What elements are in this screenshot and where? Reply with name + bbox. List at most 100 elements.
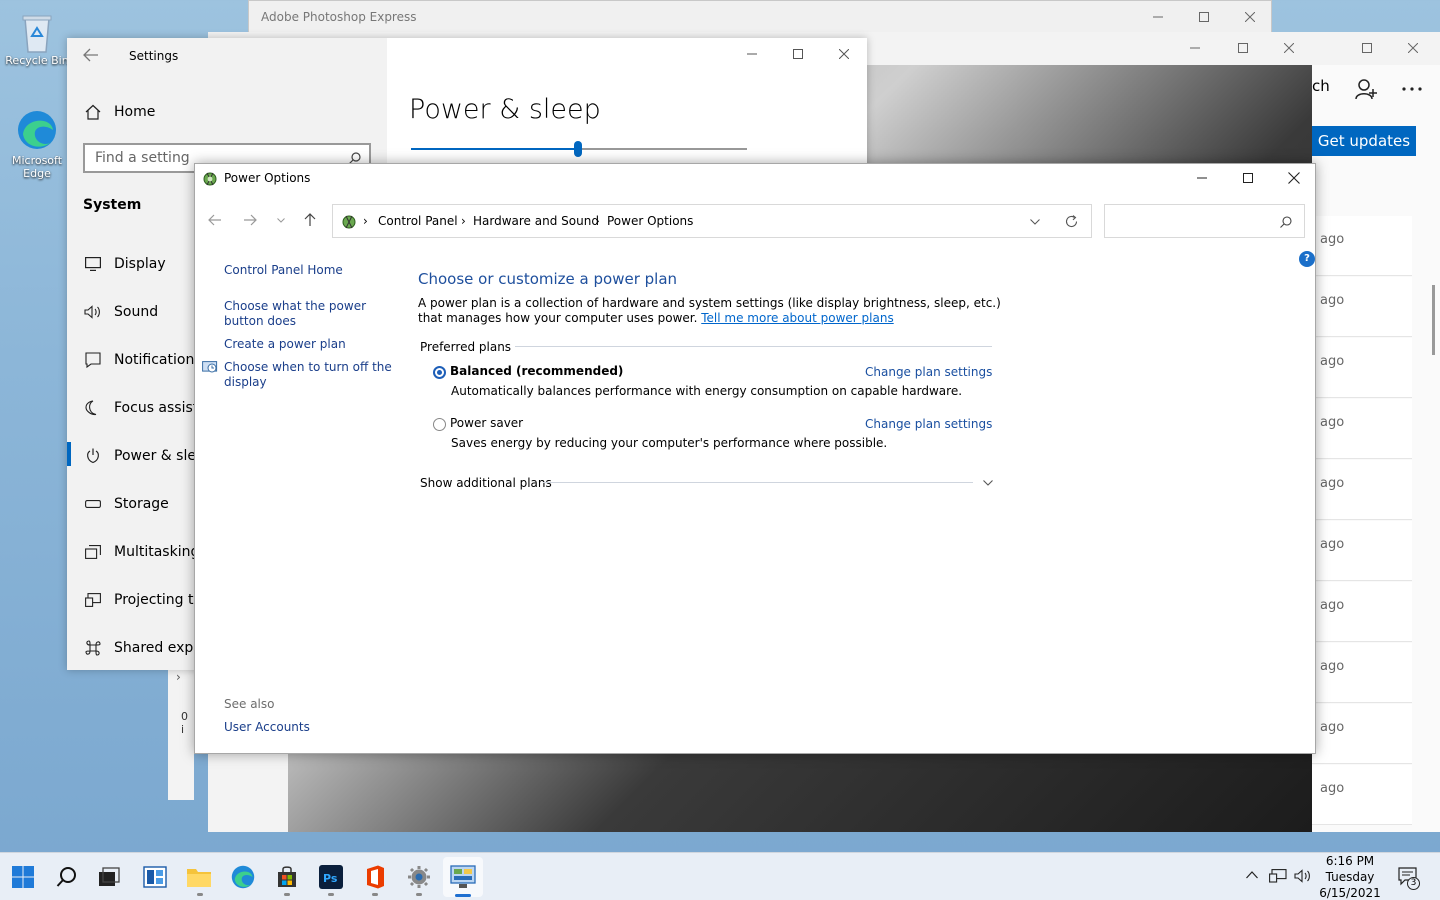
nav-display[interactable]: Display (83, 254, 166, 274)
power-options-window[interactable]: Power Options › Control Panel › Hardware… (194, 163, 1316, 754)
nav-home[interactable]: Home (83, 102, 155, 122)
preferred-plans-label: Preferred plans (420, 340, 512, 354)
nav-item-label: Focus assist (114, 400, 199, 416)
edge-taskbar-button[interactable] (229, 863, 257, 891)
minimize-button[interactable] (1179, 162, 1225, 194)
nav-item-label: Storage (114, 496, 169, 512)
maximize-button[interactable] (775, 38, 821, 70)
change-plan-settings-link[interactable]: Change plan settings (865, 365, 992, 379)
task-view-button[interactable] (95, 863, 123, 891)
maximize-button[interactable] (1344, 32, 1390, 64)
active-indicator (455, 894, 471, 897)
address-dropdown-button[interactable] (1030, 219, 1040, 225)
back-button[interactable] (208, 214, 222, 226)
address-bar[interactable]: › Control Panel › Hardware and Sound › P… (332, 204, 1092, 238)
get-updates-button[interactable]: Get updates (1312, 126, 1416, 156)
desktop-icon-label: Microsoft Edge (11, 154, 63, 180)
control-panel-taskbar-button[interactable] (449, 863, 477, 891)
list-item[interactable]: ago (1312, 643, 1412, 703)
power-saver-plan-radio[interactable] (433, 418, 446, 431)
plan-name[interactable]: Balanced (recommended) (450, 364, 623, 378)
close-button[interactable] (1271, 162, 1317, 194)
user-accounts-link[interactable]: User Accounts (224, 720, 394, 735)
help-icon[interactable]: ? (1299, 251, 1315, 267)
add-person-icon[interactable] (1354, 77, 1378, 101)
photoshop-express-button[interactable]: Ps (317, 863, 345, 891)
file-explorer-button[interactable] (185, 863, 213, 891)
maximize-button[interactable] (1181, 1, 1227, 33)
desktop-icon-recycle-bin[interactable]: Recycle Bin (2, 8, 72, 67)
store-icon (278, 866, 296, 887)
display-off-link[interactable]: Choose when to turn off the display (224, 360, 394, 390)
list-item[interactable]: ago (1312, 582, 1412, 642)
scrollbar[interactable] (1432, 285, 1435, 355)
nav-item-label: Projecting to (114, 592, 203, 608)
widgets-button[interactable] (141, 863, 169, 891)
plan-name[interactable]: Power saver (450, 416, 523, 430)
power-options-icon (202, 170, 218, 186)
windows-logo-icon (12, 866, 34, 888)
breadcrumb-control-panel[interactable]: Control Panel (378, 214, 458, 228)
nav-sound[interactable]: Sound (83, 302, 158, 322)
nav-notifications[interactable]: Notifications (83, 350, 202, 370)
chevron-right-icon[interactable]: › (176, 670, 181, 684)
expand-additional-plans-button[interactable] (983, 480, 993, 486)
list-item[interactable]: ago (1312, 765, 1412, 825)
search-button[interactable] (53, 863, 81, 891)
breadcrumb-power-options[interactable]: Power Options (607, 214, 693, 228)
control-panel-home-link[interactable]: Control Panel Home (224, 263, 394, 278)
show-hidden-icons-button[interactable] (1246, 871, 1258, 879)
change-plan-settings-link[interactable]: Change plan settings (865, 417, 992, 431)
close-button[interactable] (1266, 32, 1312, 64)
list-item[interactable]: ago (1312, 399, 1412, 459)
clock[interactable]: 6:16 PM Tuesday 6/15/2021 (1318, 853, 1382, 900)
breadcrumb-hardware-sound[interactable]: Hardware and Sound (473, 214, 599, 228)
search-control-panel-input[interactable] (1104, 204, 1305, 238)
close-button[interactable] (821, 38, 867, 70)
nav-multitasking[interactable]: Multitasking (83, 542, 199, 562)
store-button[interactable] (273, 863, 301, 891)
close-button[interactable] (1227, 1, 1273, 33)
maximize-button[interactable] (1225, 162, 1271, 194)
home-icon (83, 102, 103, 122)
settings-taskbar-button[interactable] (405, 863, 433, 891)
more-options-icon[interactable] (1400, 85, 1424, 93)
office-button[interactable] (361, 863, 389, 891)
nav-storage[interactable]: Storage (83, 494, 169, 514)
back-arrow-icon[interactable] (83, 48, 103, 64)
forward-button[interactable] (243, 214, 257, 226)
minimize-button[interactable] (1172, 32, 1218, 64)
balanced-plan-radio[interactable] (433, 366, 446, 379)
network-icon[interactable] (1269, 869, 1287, 883)
brightness-slider[interactable] (411, 141, 747, 163)
list-item[interactable]: ago (1312, 704, 1412, 764)
start-button[interactable] (9, 863, 37, 891)
slider-thumb[interactable] (574, 141, 582, 157)
list-item[interactable]: ago (1312, 460, 1412, 520)
minimize-button[interactable] (1135, 1, 1181, 33)
learn-more-link[interactable]: Tell me more about power plans (701, 311, 893, 325)
clock-date: 6/15/2021 (1319, 886, 1381, 900)
power-button-link[interactable]: Choose what the power button does (224, 299, 394, 329)
action-center-button[interactable]: 3 (1398, 867, 1420, 890)
list-item-time: ago (1320, 598, 1345, 613)
list-item[interactable]: ago (1312, 521, 1412, 581)
close-button[interactable] (1390, 32, 1436, 64)
nav-power-sleep[interactable]: Power & slee (83, 446, 205, 466)
nav-focus-assist[interactable]: Focus assist (83, 398, 198, 418)
recent-locations-button[interactable] (277, 218, 285, 223)
create-power-plan-link[interactable]: Create a power plan (224, 337, 394, 352)
nav-projecting[interactable]: Projecting to (83, 590, 202, 610)
show-additional-plans-label[interactable]: Show additional plans (420, 476, 552, 490)
list-item[interactable]: ago (1312, 277, 1412, 337)
minimize-button[interactable] (729, 38, 775, 70)
refresh-button[interactable] (1065, 215, 1078, 228)
volume-icon[interactable] (1294, 869, 1312, 883)
list-item[interactable]: ago (1312, 338, 1412, 398)
desktop-icon-edge[interactable]: Microsoft Edge (2, 108, 72, 180)
up-button[interactable] (304, 213, 316, 227)
nav-shared-experiences[interactable]: Shared exper (83, 638, 208, 658)
svg-text:Ps: Ps (323, 872, 338, 885)
maximize-button[interactable] (1220, 32, 1266, 64)
list-item[interactable]: ago (1312, 216, 1412, 276)
